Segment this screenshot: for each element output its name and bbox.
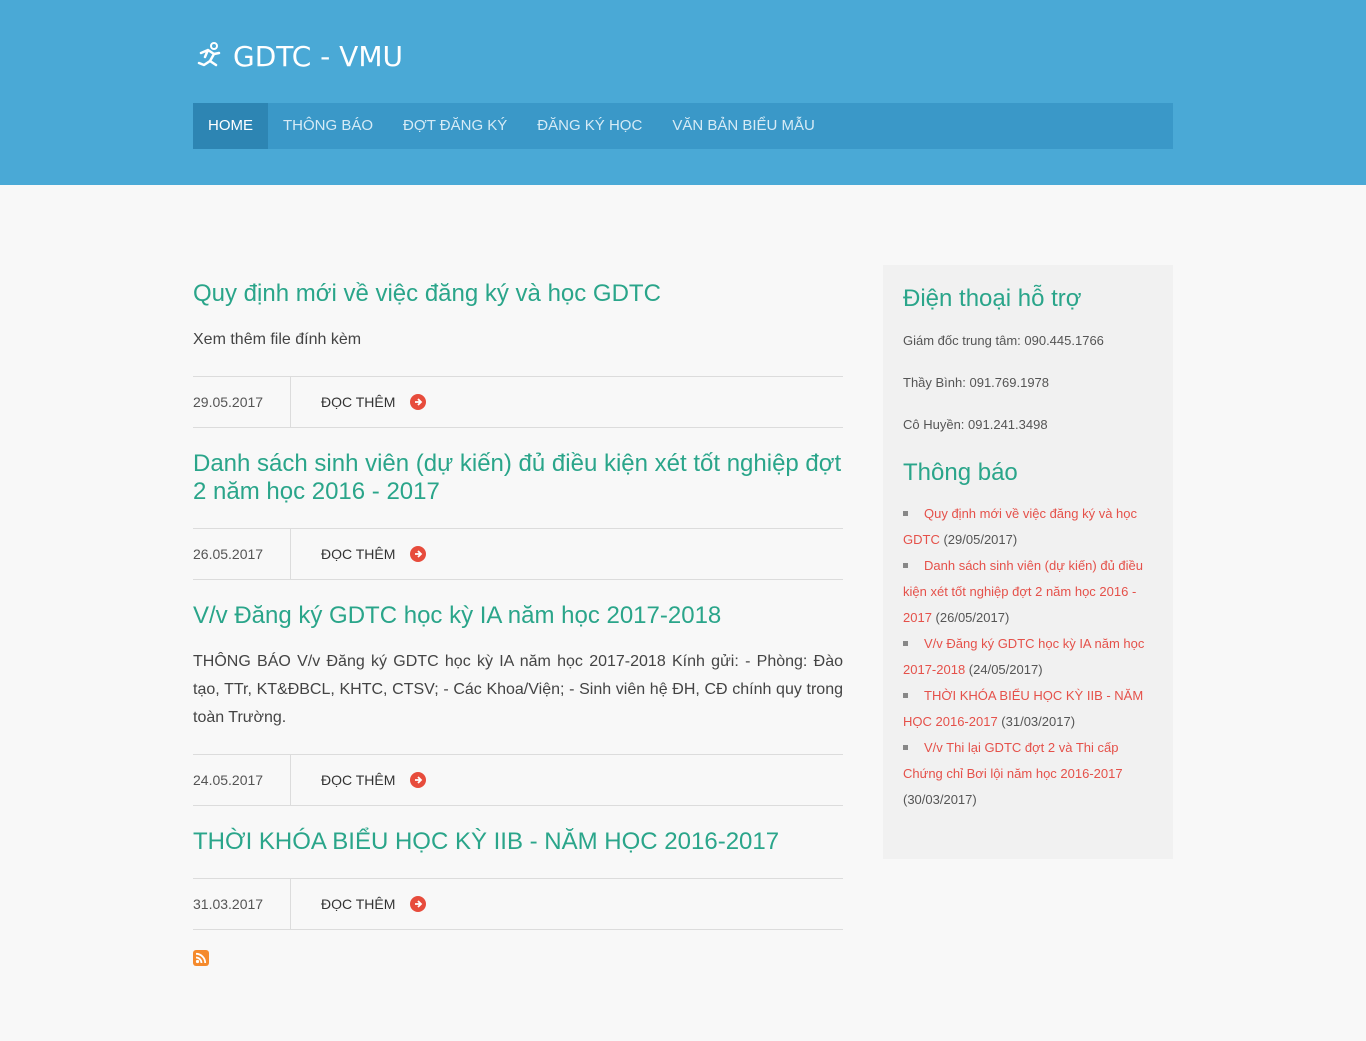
article-excerpt: Xem thêm file đính kèm — [193, 331, 362, 348]
news-item: Danh sách sinh viên (dự kiến) đủ điều ki… — [903, 553, 1153, 631]
article-title[interactable]: V/v Đăng ký GDTC học kỳ IA năm học 2017-… — [193, 602, 843, 630]
article-meta: 26.05.2017 ĐỌC THÊM — [193, 528, 843, 580]
main-nav: HOME THÔNG BÁO ĐỢT ĐĂNG KÝ ĐĂNG KÝ HỌC V… — [193, 103, 1173, 149]
support-title: Điện thoại hỗ trợ — [903, 285, 1082, 312]
bullet-icon — [903, 693, 908, 699]
news-link[interactable]: V/v Thi lại GDTC đợt 2 và Thi cấp Chứng … — [903, 740, 1123, 781]
news-title: Thông báo — [903, 459, 1018, 486]
arrow-circle-right-icon — [410, 896, 427, 912]
support-phone: Giám đốc trung tâm: 090.445.1766 — [903, 333, 1104, 348]
nav-dot-dang-ky[interactable]: ĐỢT ĐĂNG KÝ — [388, 103, 522, 149]
read-more-label: ĐỌC THÊM — [321, 896, 396, 912]
runner-icon — [197, 41, 221, 66]
news-date: (31/03/2017) — [1001, 714, 1076, 729]
news-item: V/v Thi lại GDTC đợt 2 và Thi cấp Chứng … — [903, 735, 1153, 813]
news-date: (30/03/2017) — [903, 792, 977, 807]
bullet-icon — [903, 745, 908, 751]
site-logo[interactable]: GDTC - VMU — [193, 40, 403, 73]
article-item: Danh sách sinh viên (dự kiến) đủ điều ki… — [193, 450, 843, 580]
news-date: (26/05/2017) — [935, 610, 1010, 625]
article-title[interactable]: Quy định mới về việc đăng ký và học GDTC — [193, 280, 843, 308]
arrow-circle-right-icon — [410, 772, 427, 788]
article-meta: 24.05.2017 ĐỌC THÊM — [193, 754, 843, 806]
article-item: V/v Đăng ký GDTC học kỳ IA năm học 2017-… — [193, 602, 843, 806]
article-meta: 29.05.2017 ĐỌC THÊM — [193, 376, 843, 428]
read-more-button[interactable]: ĐỌC THÊM — [321, 896, 427, 912]
news-date: (29/05/2017) — [943, 532, 1018, 547]
bullet-icon — [903, 511, 908, 517]
nav-thong-bao[interactable]: THÔNG BÁO — [268, 103, 388, 149]
news-item: Quy định mới về việc đăng ký và học GDTC… — [903, 501, 1153, 553]
site-title: GDTC - VMU — [233, 40, 403, 73]
rss-icon[interactable] — [193, 950, 209, 966]
arrow-circle-right-icon — [410, 394, 427, 410]
bullet-icon — [903, 563, 908, 569]
nav-van-ban-bieu-mau[interactable]: VĂN BẢN BIỂU MẪU — [657, 103, 830, 149]
article-excerpt: THÔNG BÁO V/v Đăng ký GDTC học kỳ IA năm… — [193, 653, 843, 726]
sidebar: Điện thoại hỗ trợ Giám đốc trung tâm: 09… — [883, 265, 1173, 859]
article-date: 29.05.2017 — [193, 376, 291, 428]
nav-home[interactable]: HOME — [193, 103, 268, 149]
article-list: Quy định mới về việc đăng ký và học GDTC… — [193, 280, 843, 966]
support-phone: Cô Huyền: 091.241.3498 — [903, 417, 1048, 432]
news-list: Quy định mới về việc đăng ký và học GDTC… — [903, 501, 1153, 813]
site-header: GDTC - VMU HOME THÔNG BÁO ĐỢT ĐĂNG KÝ ĐĂ… — [0, 0, 1366, 185]
read-more-button[interactable]: ĐỌC THÊM — [321, 772, 427, 788]
article-meta: 31.03.2017 ĐỌC THÊM — [193, 878, 843, 930]
article-title[interactable]: Danh sách sinh viên (dự kiến) đủ điều ki… — [193, 450, 843, 506]
news-date: (24/05/2017) — [968, 662, 1043, 677]
read-more-label: ĐỌC THÊM — [321, 772, 396, 788]
article-item: Quy định mới về việc đăng ký và học GDTC… — [193, 280, 843, 428]
news-item: THỜI KHÓA BIỂU HỌC KỲ IIB - NĂM HỌC 2016… — [903, 683, 1153, 735]
bullet-icon — [903, 641, 908, 647]
article-date: 24.05.2017 — [193, 754, 291, 806]
article-item: THỜI KHÓA BIỂU HỌC KỲ IIB - NĂM HỌC 2016… — [193, 828, 843, 930]
read-more-label: ĐỌC THÊM — [321, 546, 396, 562]
read-more-label: ĐỌC THÊM — [321, 394, 396, 410]
news-link[interactable]: Quy định mới về việc đăng ký và học GDTC — [903, 506, 1137, 547]
nav-dang-ky-hoc[interactable]: ĐĂNG KÝ HỌC — [522, 103, 657, 149]
support-phone: Thầy Bình: 091.769.1978 — [903, 375, 1050, 390]
article-title[interactable]: THỜI KHÓA BIỂU HỌC KỲ IIB - NĂM HỌC 2016… — [193, 828, 843, 856]
read-more-button[interactable]: ĐỌC THÊM — [321, 546, 427, 562]
read-more-button[interactable]: ĐỌC THÊM — [321, 394, 427, 410]
arrow-circle-right-icon — [410, 546, 427, 562]
article-date: 31.03.2017 — [193, 878, 291, 930]
article-date: 26.05.2017 — [193, 528, 291, 580]
news-item: V/v Đăng ký GDTC học kỳ IA năm học 2017-… — [903, 631, 1153, 683]
